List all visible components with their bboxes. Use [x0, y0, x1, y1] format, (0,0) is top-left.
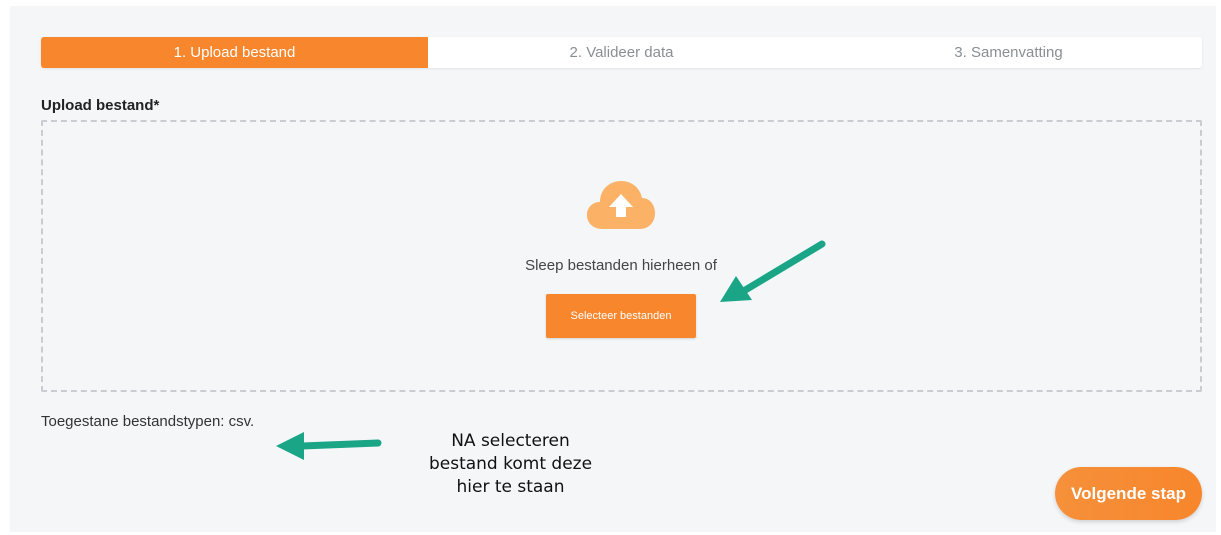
dropzone[interactable]	[41, 120, 1202, 392]
step-summary[interactable]: 3. Samenvatting	[815, 37, 1202, 68]
step-upload[interactable]: 1. Upload bestand	[41, 37, 428, 68]
annotation-line: NA selecteren	[451, 431, 570, 451]
annotation-arrow-icon	[276, 432, 382, 460]
allowed-file-types: Toegestane bestandstypen: csv.	[41, 413, 255, 430]
annotation-note: NA selecteren bestand komt deze hier te …	[418, 430, 603, 499]
upload-label: Upload bestand*	[41, 97, 160, 114]
wizard-stepper: 1. Upload bestand 2. Valideer data 3. Sa…	[41, 37, 1202, 68]
select-files-button[interactable]: Selecteer bestanden	[546, 294, 696, 338]
annotation-line: bestand komt deze	[428, 454, 593, 474]
cloud-upload-icon	[587, 181, 655, 229]
step-validate[interactable]: 2. Valideer data	[428, 37, 815, 68]
annotation-line: hier te staan	[456, 477, 565, 497]
annotation-arrow-icon	[720, 240, 826, 302]
next-step-button[interactable]: Volgende stap	[1055, 467, 1202, 520]
